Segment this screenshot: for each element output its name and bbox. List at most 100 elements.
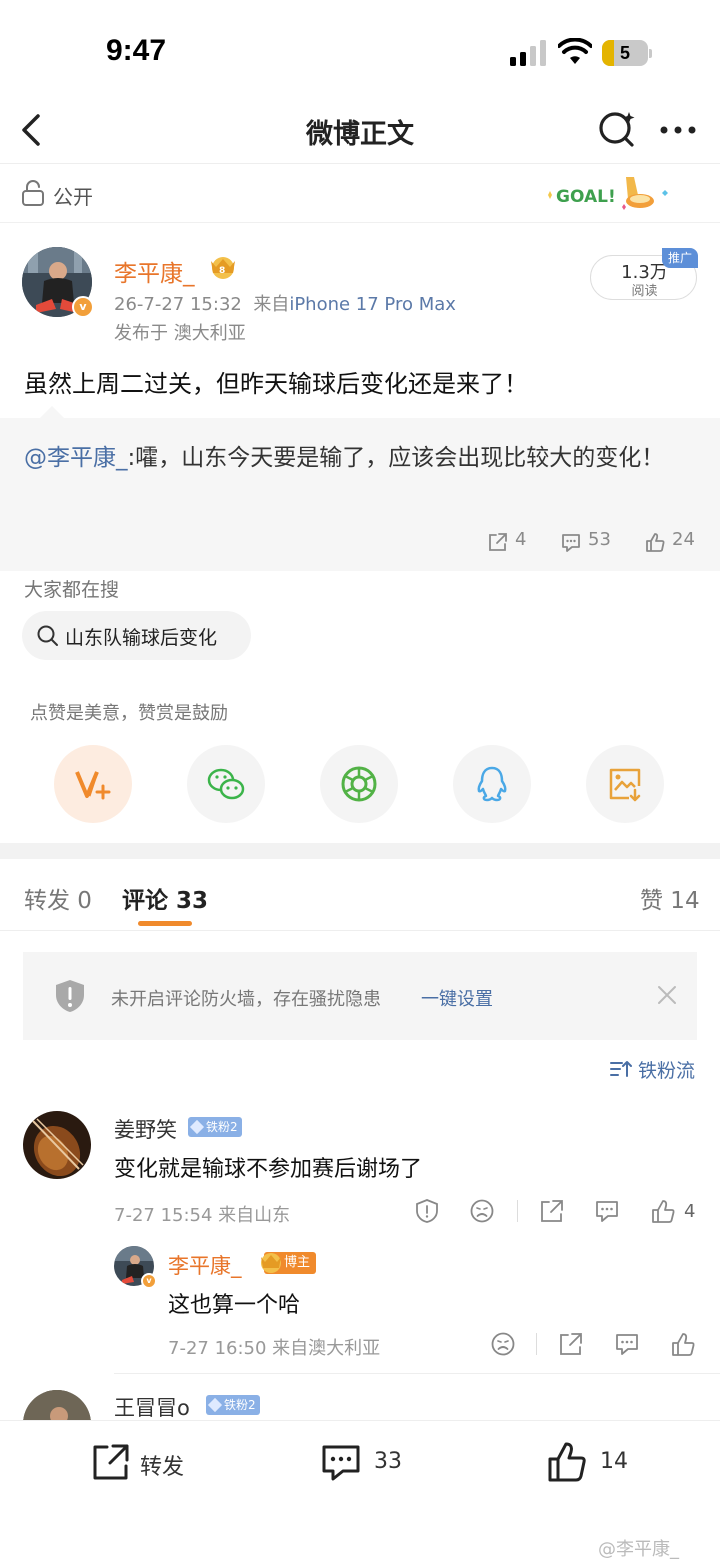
close-icon[interactable] xyxy=(655,983,679,1007)
visibility-label: 公开 xyxy=(53,185,93,209)
weibo-watermark: @李平康_ xyxy=(598,1539,679,1560)
commenter-name[interactable]: 姜野笑 xyxy=(114,1114,177,1144)
comment-text: 变化就是输球不参加赛后谢场了 xyxy=(114,1157,423,1182)
share-wechat-button[interactable] xyxy=(187,745,265,823)
comment-button[interactable]: 33 xyxy=(320,1441,420,1485)
comment-icon[interactable] xyxy=(594,1198,620,1224)
svg-text:8: 8 xyxy=(219,266,225,276)
like-button-count: 14 xyxy=(600,1449,628,1474)
post-location: 发布于 澳大利亚 xyxy=(114,323,246,344)
share-icon[interactable] xyxy=(558,1331,584,1357)
active-tab-indicator xyxy=(138,921,192,926)
tab-reposts[interactable]: 转发 0 xyxy=(24,881,92,915)
firewall-text: 未开启评论防火墙，存在骚扰隐患 xyxy=(111,989,381,1010)
thumbs-up-icon xyxy=(548,1442,586,1482)
thumbs-up-icon[interactable] xyxy=(670,1331,696,1357)
dislike-face-icon[interactable] xyxy=(469,1198,495,1224)
repost-body: :嚯，山东今天要是输了，应该会出现比较大的变化！ xyxy=(127,445,665,471)
post-timestamp: 26-7-27 15:32 xyxy=(114,294,242,315)
reward-button[interactable] xyxy=(54,745,132,823)
crown-badge-icon xyxy=(261,1253,281,1273)
share-moments-button[interactable] xyxy=(320,745,398,823)
dislike-face-icon[interactable] xyxy=(490,1331,516,1357)
share-qq-button[interactable] xyxy=(453,745,531,823)
more-icon[interactable] xyxy=(656,110,700,150)
diamond-icon xyxy=(189,1119,205,1135)
report-icon[interactable] xyxy=(414,1198,440,1224)
comment-button-count: 33 xyxy=(374,1449,402,1474)
save-image-button[interactable] xyxy=(586,745,664,823)
comment-icon xyxy=(322,1445,360,1481)
share-icon xyxy=(489,533,507,551)
search-icon[interactable] xyxy=(596,108,638,150)
sort-icon xyxy=(610,1061,632,1077)
action-separator xyxy=(536,1333,537,1355)
commenter-name[interactable]: 王冒冒o xyxy=(114,1392,190,1422)
reply-author-name[interactable]: 李平康_ xyxy=(168,1250,242,1280)
cellular-signal-icon xyxy=(510,40,546,66)
trending-search-heading: 大家都在搜 xyxy=(24,579,120,601)
repost-text: @李平康_:嚯，山东今天要是输了，应该会出现比较大的变化！ xyxy=(24,440,684,476)
sort-label: 铁粉流 xyxy=(638,1060,696,1082)
reward-tip: 点赞是美意，赞赏是鼓励 xyxy=(30,703,228,724)
tab-likes[interactable]: 赞 14 xyxy=(640,881,700,915)
avatar-photo xyxy=(23,1111,91,1179)
author-name[interactable]: 李平康_ xyxy=(114,254,195,288)
comment-like-count: 4 xyxy=(684,1201,696,1222)
share-icon[interactable] xyxy=(539,1198,565,1224)
comment-icon[interactable] xyxy=(614,1331,640,1357)
repost-share-count: 4 xyxy=(515,529,527,550)
repost-notch xyxy=(40,406,64,418)
promo-tag[interactable]: 推广 xyxy=(662,248,698,268)
unlock-icon xyxy=(22,180,44,206)
repost-mention[interactable]: @李平康_ xyxy=(24,445,128,471)
thumbs-up-icon[interactable] xyxy=(650,1198,676,1224)
svg-text:GOAL!: GOAL! xyxy=(556,187,616,207)
verified-badge-icon: v xyxy=(141,1273,157,1289)
battery-level: 5 xyxy=(619,43,630,63)
reward-icon xyxy=(75,771,111,800)
reads-label: 阅读 xyxy=(631,284,658,299)
wifi-icon xyxy=(558,38,592,64)
thumbs-up-icon xyxy=(646,533,665,552)
post-source-prefix: 来自 xyxy=(253,294,290,315)
action-separator xyxy=(517,1200,518,1222)
trending-search-chip[interactable]: 山东队输球后变化 xyxy=(22,611,251,660)
repost-button[interactable]: 转发 xyxy=(90,1441,200,1485)
repost-comment-count: 53 xyxy=(588,529,611,550)
like-button[interactable]: 14 xyxy=(546,1441,646,1485)
bottom-action-bar: 转发 33 14 @李平康_ xyxy=(0,1420,720,1564)
battery-indicator: 5 xyxy=(602,40,652,66)
comment-meta: 7-27 15:54 来自山东 xyxy=(114,1205,291,1226)
firewall-setup-link[interactable]: 一键设置 xyxy=(421,985,493,1011)
repost-button-label: 转发 xyxy=(140,1455,185,1480)
search-icon xyxy=(37,625,58,646)
comment-firewall-notice: 未开启评论防火墙，存在骚扰隐患 一键设置 xyxy=(23,952,697,1040)
visibility-row: 公开 GOAL! xyxy=(0,165,720,223)
commenter-avatar[interactable] xyxy=(23,1111,91,1179)
interaction-tabs: 转发 0 评论 33 赞 14 xyxy=(0,859,720,931)
comment-icon xyxy=(562,534,580,552)
tab-comments[interactable]: 评论 33 xyxy=(122,881,208,915)
diamond-icon xyxy=(207,1397,223,1413)
reposted-content[interactable]: @李平康_:嚯，山东今天要是输了，应该会出现比较大的变化！ 4 53 24 xyxy=(0,418,720,571)
reply-meta: 7-27 16:50 来自澳大利亚 xyxy=(168,1338,381,1359)
section-divider xyxy=(0,843,720,859)
share-icon xyxy=(93,1444,129,1480)
fan-level-badge: 铁粉2 xyxy=(206,1395,260,1415)
qq-icon xyxy=(477,766,507,802)
goal-decoration-icon: GOAL! xyxy=(548,177,668,210)
post-meta: 26-7-27 15:32 来自iPhone 17 Pro Max xyxy=(114,290,456,316)
wechat-icon xyxy=(207,768,245,800)
nav-bar: 微博正文 xyxy=(0,100,720,164)
post-device[interactable]: iPhone 17 Pro Max xyxy=(289,294,456,315)
author-tag: 博主 xyxy=(261,1252,317,1274)
reply-text: 这也算一个哈 xyxy=(168,1293,301,1318)
status-time: 9:47 xyxy=(106,34,167,67)
trending-search-text: 山东队输球后变化 xyxy=(65,627,218,649)
moments-icon xyxy=(341,766,377,802)
crown-badge-icon[interactable]: 8 xyxy=(206,253,240,281)
shield-icon xyxy=(56,980,84,1012)
save-image-icon xyxy=(609,768,641,802)
verified-badge-icon: v xyxy=(72,296,94,318)
